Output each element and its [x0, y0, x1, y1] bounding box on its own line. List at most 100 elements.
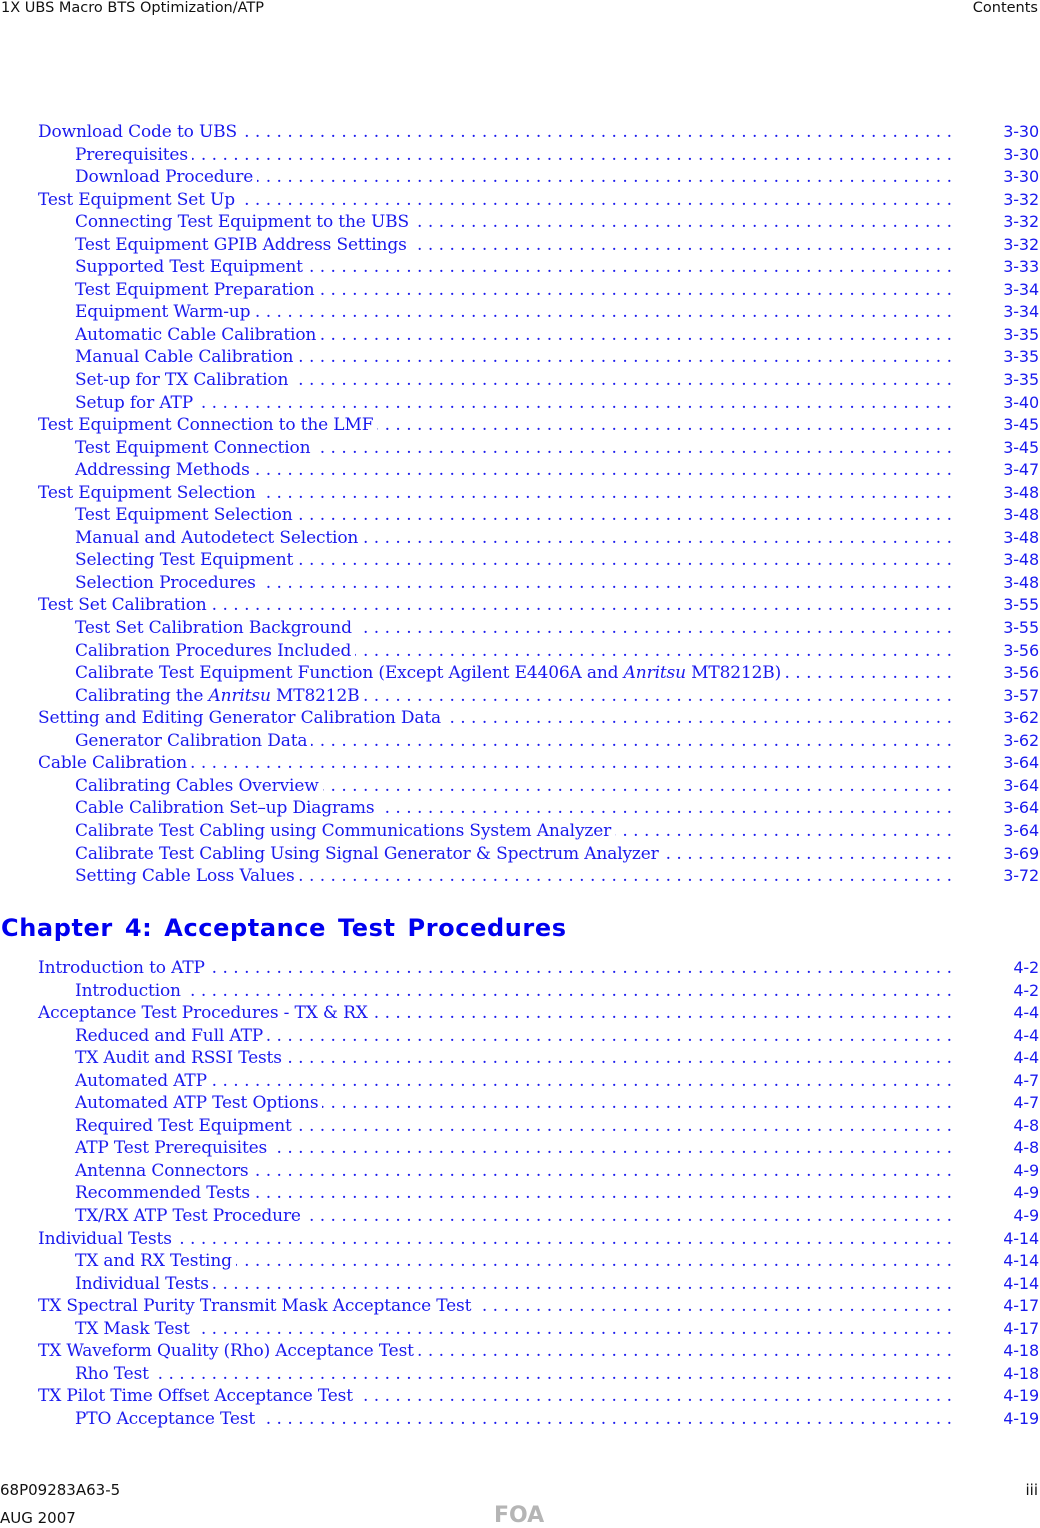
- toc-entry-page-number[interactable]: 4-14: [1003, 1273, 1039, 1296]
- toc-entry-page-number[interactable]: 3-56: [1003, 640, 1039, 663]
- toc-entry-title[interactable]: TX/RX ATP Test Procedure: [75, 1205, 305, 1228]
- toc-entry-page-number[interactable]: 3-64: [1003, 820, 1039, 843]
- toc-entry-page-number[interactable]: 3-72: [1003, 865, 1039, 888]
- toc-entry-title[interactable]: Automated ATP Test Options: [75, 1092, 323, 1115]
- toc-entry-subsection[interactable]: . . . . . . . . . . . . . . . . . . . . …: [0, 1159, 1040, 1183]
- toc-entry-title[interactable]: Test Equipment Selection: [38, 481, 260, 505]
- toc-entry-page-number[interactable]: 3-56: [1003, 662, 1039, 685]
- toc-entry-title[interactable]: TX Mask Test: [75, 1317, 194, 1341]
- toc-entry-subsection[interactable]: . . . . . . . . . . . . . . . . . . . . …: [0, 797, 1040, 820]
- toc-entry-subsection[interactable]: . . . . . . . . . . . . . . . . . . . . …: [0, 1024, 1040, 1048]
- toc-entry-title[interactable]: Set-up for TX Calibration: [75, 369, 293, 392]
- toc-entry-section[interactable]: . . . . . . . . . . . . . . . . . . . . …: [0, 1385, 1040, 1408]
- toc-entry-title[interactable]: Individual Tests: [38, 1227, 176, 1251]
- toc-entry-section[interactable]: . . . . . . . . . . . . . . . . . . . . …: [0, 1295, 1040, 1318]
- toc-entry-subsection[interactable]: . . . . . . . . . . . . . . . . . . . . …: [0, 1047, 1040, 1070]
- toc-entry-title[interactable]: Test Equipment Connection: [75, 436, 315, 460]
- toc-entry-subsection[interactable]: . . . . . . . . . . . . . . . . . . . . …: [0, 323, 1040, 347]
- toc-entry-section[interactable]: . . . . . . . . . . . . . . . . . . . . …: [0, 481, 1040, 505]
- toc-entry-page-number[interactable]: 3-30: [1003, 144, 1039, 167]
- toc-entry-subsection[interactable]: . . . . . . . . . . . . . . . . . . . . …: [0, 1250, 1040, 1273]
- toc-entry-subsection[interactable]: . . . . . . . . . . . . . . . . . . . . …: [0, 166, 1040, 189]
- toc-entry-title[interactable]: Test Equipment GPIB Address Settings: [75, 233, 411, 257]
- toc-entry-title[interactable]: Download Code to UBS: [38, 121, 241, 144]
- toc-entry-page-number[interactable]: 3-45: [1003, 437, 1039, 460]
- toc-entry-subsection[interactable]: . . . . . . . . . . . . . . . . . . . . …: [0, 278, 1040, 302]
- toc-entry-page-number[interactable]: 3-35: [1003, 369, 1039, 392]
- toc-entry-title[interactable]: Introduction to ATP: [38, 957, 209, 980]
- toc-entry-page-number[interactable]: 4-14: [1003, 1228, 1039, 1251]
- toc-entry-page-number[interactable]: 3-32: [1003, 234, 1039, 257]
- toc-entry-page-number[interactable]: 3-69: [1003, 843, 1039, 866]
- toc-entry-title[interactable]: Calibrate Test Cabling Using Signal Gene…: [75, 842, 663, 866]
- toc-entry-page-number[interactable]: 4-19: [1003, 1385, 1039, 1408]
- toc-entry-page-number[interactable]: 3-30: [1003, 121, 1039, 144]
- toc-entry-title[interactable]: Addressing Methods: [75, 459, 254, 482]
- toc-entry-page-number[interactable]: 4-9: [1013, 1182, 1039, 1205]
- toc-entry-title[interactable]: Download Procedure: [75, 166, 258, 189]
- toc-entry-title[interactable]: Cable Calibration: [38, 752, 191, 775]
- toc-entry-title[interactable]: Test Set Calibration Background: [75, 617, 356, 640]
- toc-entry-subsection[interactable]: . . . . . . . . . . . . . . . . . . . . …: [0, 979, 1040, 1003]
- toc-entry-subsection[interactable]: . . . . . . . . . . . . . . . . . . . . …: [0, 1069, 1040, 1093]
- toc-entry-page-number[interactable]: 4-8: [1013, 1137, 1039, 1160]
- toc-entry-title[interactable]: Acceptance Test Procedures - TX & RX: [38, 1002, 372, 1025]
- toc-entry-page-number[interactable]: 3-40: [1003, 392, 1039, 415]
- toc-entry-title[interactable]: Calibrate Test Cabling using Communicati…: [75, 819, 616, 843]
- toc-entry-page-number[interactable]: 3-35: [1003, 346, 1039, 369]
- toc-entry-title[interactable]: Calibrating the Anritsu MT8212B: [75, 684, 364, 708]
- toc-entry-page-number[interactable]: 4-7: [1013, 1092, 1039, 1115]
- toc-entry-title[interactable]: Setting and Editing Generator Calibratio…: [38, 707, 446, 730]
- toc-entry-title[interactable]: PTO Acceptance Test: [75, 1407, 260, 1431]
- toc-entry-page-number[interactable]: 4-9: [1013, 1205, 1039, 1228]
- toc-entry-subsection[interactable]: . . . . . . . . . . . . . . . . . . . . …: [0, 842, 1040, 866]
- toc-entry-page-number[interactable]: 3-30: [1003, 166, 1039, 189]
- toc-entry-page-number[interactable]: 4-18: [1003, 1363, 1039, 1386]
- toc-entry-page-number[interactable]: 4-8: [1013, 1115, 1039, 1138]
- toc-entry-page-number[interactable]: 3-48: [1003, 482, 1039, 505]
- toc-entry-section[interactable]: . . . . . . . . . . . . . . . . . . . . …: [0, 707, 1040, 730]
- toc-entry-title[interactable]: Automated ATP: [75, 1069, 211, 1093]
- toc-entry-section[interactable]: . . . . . . . . . . . . . . . . . . . . …: [0, 1227, 1040, 1251]
- toc-entry-subsection[interactable]: . . . . . . . . . . . . . . . . . . . . …: [0, 684, 1040, 708]
- toc-entry-title[interactable]: Calibrate Test Equipment Function (Excep…: [75, 662, 786, 685]
- toc-entry-page-number[interactable]: 4-17: [1003, 1318, 1039, 1341]
- toc-entry-page-number[interactable]: 3-55: [1003, 594, 1039, 617]
- toc-entry-subsection[interactable]: . . . . . . . . . . . . . . . . . . . . …: [0, 1272, 1040, 1296]
- toc-entry-title[interactable]: Prerequisites: [75, 143, 192, 167]
- toc-entry-subsection[interactable]: . . . . . . . . . . . . . . . . . . . . …: [0, 233, 1040, 257]
- toc-entry-title[interactable]: ATP Test Prerequisites: [75, 1137, 272, 1160]
- toc-entry-page-number[interactable]: 3-62: [1003, 730, 1039, 753]
- toc-entry-subsection[interactable]: . . . . . . . . . . . . . . . . . . . . …: [0, 459, 1040, 482]
- toc-entry-title[interactable]: Individual Tests: [75, 1272, 213, 1296]
- toc-entry-title[interactable]: Generator Calibration Data: [75, 729, 312, 753]
- toc-entry-page-number[interactable]: 4-4: [1013, 1002, 1039, 1025]
- toc-entry-section[interactable]: . . . . . . . . . . . . . . . . . . . . …: [0, 121, 1040, 144]
- toc-entry-title[interactable]: Connecting Test Equipment to the UBS: [75, 211, 413, 234]
- toc-entry-page-number[interactable]: 4-9: [1013, 1160, 1039, 1183]
- toc-entry-subsection[interactable]: . . . . . . . . . . . . . . . . . . . . …: [0, 1182, 1040, 1206]
- toc-entry-page-number[interactable]: 3-57: [1003, 685, 1039, 708]
- toc-entry-page-number[interactable]: 3-32: [1003, 211, 1039, 234]
- toc-entry-section[interactable]: . . . . . . . . . . . . . . . . . . . . …: [0, 414, 1040, 437]
- toc-entry-title[interactable]: Calibration Procedures Included: [75, 639, 356, 663]
- toc-entry-title[interactable]: Introduction: [75, 979, 185, 1003]
- toc-entry-section[interactable]: . . . . . . . . . . . . . . . . . . . . …: [0, 594, 1040, 618]
- toc-entry-page-number[interactable]: 3-55: [1003, 617, 1039, 640]
- toc-entry-page-number[interactable]: 3-33: [1003, 256, 1039, 279]
- toc-entry-title[interactable]: Selecting Test Equipment: [75, 549, 298, 572]
- toc-entry-title[interactable]: TX Pilot Time Offset Acceptance Test: [38, 1385, 357, 1408]
- toc-entry-page-number[interactable]: 3-48: [1003, 527, 1039, 550]
- toc-entry-title[interactable]: Automatic Cable Calibration: [75, 323, 321, 347]
- toc-entry-page-number[interactable]: 3-48: [1003, 504, 1039, 527]
- toc-entry-page-number[interactable]: 4-17: [1003, 1295, 1039, 1318]
- toc-entry-title[interactable]: Reduced and Full ATP: [75, 1024, 268, 1048]
- toc-entry-page-number[interactable]: 3-64: [1003, 752, 1039, 775]
- toc-entry-title[interactable]: Setting Cable Loss Values: [75, 865, 299, 888]
- toc-entry-section[interactable]: . . . . . . . . . . . . . . . . . . . . …: [0, 1340, 1040, 1363]
- toc-entry-subsection[interactable]: . . . . . . . . . . . . . . . . . . . . …: [0, 504, 1040, 527]
- toc-entry-subsection[interactable]: . . . . . . . . . . . . . . . . . . . . …: [0, 774, 1040, 798]
- toc-entry-subsection[interactable]: . . . . . . . . . . . . . . . . . . . . …: [0, 549, 1040, 572]
- toc-entry-section[interactable]: . . . . . . . . . . . . . . . . . . . . …: [0, 1002, 1040, 1025]
- toc-entry-page-number[interactable]: 3-34: [1003, 279, 1039, 302]
